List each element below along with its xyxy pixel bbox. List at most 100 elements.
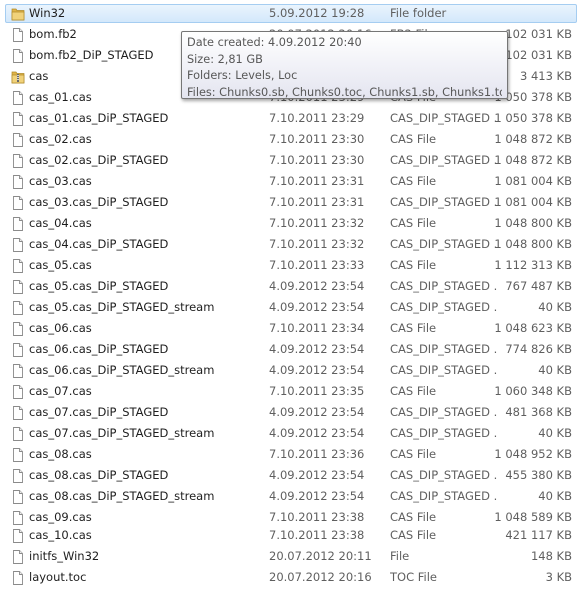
file-icon (11, 528, 25, 544)
file-row[interactable]: cas_01.cas_DiP_STAGED 7.10.2011 23:29 CAS_… (5, 109, 577, 128)
tooltip-size: Size: 2,81 GB (187, 52, 263, 66)
file-row[interactable]: cas_03.cas 7.10.2011 23:31 CAS File 1 081 0… (5, 172, 577, 191)
file-date-modified: 7.10.2011 23:36 (269, 447, 365, 461)
file-type: CAS_DIP_STAGED ... (390, 195, 498, 209)
file-row[interactable]: cas_08.cas_DiP_STAGED_stream 4.09.2012 23… (5, 487, 577, 506)
file-name: initfs_Win32 (29, 549, 100, 563)
file-date-modified: 20.07.2012 20:11 (269, 549, 372, 563)
file-name: cas_05.cas (29, 258, 92, 272)
tooltip-files: Files: Chunks0.sb, Chunks0.toc, Chunks1.… (187, 85, 502, 99)
file-size: 1 081 004 KB (494, 195, 572, 209)
file-size: 40 KB (538, 300, 572, 314)
file-date-modified: 7.10.2011 23:38 (269, 528, 365, 542)
file-icon (11, 300, 25, 316)
file-size: 774 826 KB (505, 342, 572, 356)
file-type: CAS File (390, 528, 437, 542)
file-row[interactable]: Win32 5.09.2012 19:28 File folder (5, 4, 577, 23)
file-size: 3 KB (545, 570, 572, 584)
file-name: cas_08.cas_DiP_STAGED (29, 468, 169, 482)
file-size: 1 048 800 KB (494, 237, 572, 251)
file-row[interactable]: cas_04.cas 7.10.2011 23:32 CAS File 1 048 8… (5, 214, 577, 233)
file-icon (11, 90, 25, 106)
file-row[interactable]: cas_05.cas 7.10.2011 23:33 CAS File 1 112 3… (5, 256, 577, 275)
file-date-modified: 4.09.2012 23:54 (269, 300, 365, 314)
file-name: cas_06.cas_DiP_STAGED_stream (29, 363, 215, 377)
file-name: Win32 (29, 6, 66, 20)
file-row[interactable]: cas_09.cas 7.10.2011 23:38 CAS File 1 048 5… (5, 508, 577, 527)
file-row[interactable]: initfs_Win32 20.07.2012 20:11 File 148 KB (5, 547, 577, 566)
file-row[interactable]: cas_03.cas_DiP_STAGED 7.10.2011 23:31 CAS_… (5, 193, 577, 212)
file-name: cas_02.cas_DiP_STAGED (29, 153, 169, 167)
file-icon (11, 426, 25, 442)
file-row[interactable]: cas_05.cas_DiP_STAGED_stream 4.09.2012 23… (5, 298, 577, 317)
file-size: 102 031 KB (505, 48, 572, 62)
file-row[interactable]: cas_04.cas_DiP_STAGED 7.10.2011 23:32 CAS_… (5, 235, 577, 254)
file-name: cas_05.cas_DiP_STAGED_stream (29, 300, 215, 314)
file-name: cas (29, 69, 49, 83)
file-date-modified: 4.09.2012 23:54 (269, 363, 365, 377)
file-size: 3 413 KB (519, 69, 572, 83)
file-icon (11, 468, 25, 484)
file-name: bom.fb2_DiP_STAGED (29, 48, 154, 62)
file-row[interactable]: layout.toc 20.07.2012 20:16 TOC File 3 KB (5, 568, 577, 587)
file-row[interactable]: cas_06.cas_DiP_STAGED_stream 4.09.2012 23… (5, 361, 577, 380)
file-icon (11, 321, 25, 337)
file-icon (11, 405, 25, 421)
file-date-modified: 4.09.2012 23:54 (269, 489, 365, 503)
file-type: File (390, 549, 410, 563)
file-type: CAS File (390, 258, 437, 272)
file-row[interactable]: cas_07.cas_DiP_STAGED 4.09.2012 23:54 CAS_… (5, 403, 577, 422)
file-row[interactable]: cas_07.cas 7.10.2011 23:35 CAS File 1 060 3… (5, 382, 577, 401)
file-type: CAS_DIP_STAGED ... (390, 300, 498, 314)
file-size: 1 048 872 KB (494, 153, 572, 167)
file-size: 767 487 KB (505, 279, 572, 293)
file-date-modified: 4.09.2012 23:54 (269, 426, 365, 440)
file-size: 481 368 KB (505, 405, 572, 419)
file-date-modified: 7.10.2011 23:30 (269, 153, 365, 167)
file-date-modified: 7.10.2011 23:29 (269, 111, 365, 125)
file-date-modified: 7.10.2011 23:31 (269, 174, 365, 188)
file-name: cas_07.cas (29, 384, 92, 398)
file-size: 40 KB (538, 426, 572, 440)
tooltip-folders: Folders: Levels, Loc (187, 69, 298, 82)
file-icon (11, 549, 25, 565)
file-row[interactable]: cas_05.cas_DiP_STAGED 4.09.2012 23:54 CAS_… (5, 277, 577, 296)
file-name: cas_10.cas (29, 528, 92, 542)
file-name: cas_01.cas_DiP_STAGED (29, 111, 169, 125)
file-row[interactable]: cas_02.cas 7.10.2011 23:30 CAS File 1 048 8… (5, 130, 577, 149)
file-date-modified: 7.10.2011 23:33 (269, 258, 365, 272)
file-date-modified: 4.09.2012 23:54 (269, 468, 365, 482)
file-type: CAS_DIP_STAGED ... (390, 279, 498, 293)
file-size: 455 380 KB (505, 468, 572, 482)
file-size: 421 117 KB (505, 528, 572, 542)
file-name: bom.fb2 (29, 27, 77, 41)
file-type: CAS_DIP_STAGED ... (390, 489, 498, 503)
file-type: CAS_DIP_STAGED ... (390, 153, 498, 167)
file-size: 1 060 348 KB (494, 384, 572, 398)
file-row[interactable]: cas_08.cas_DiP_STAGED 4.09.2012 23:54 CAS_… (5, 466, 577, 485)
file-name: cas_06.cas (29, 321, 92, 335)
file-size: 102 031 KB (505, 27, 572, 41)
file-icon (11, 132, 25, 148)
file-icon (11, 570, 25, 586)
file-row[interactable]: cas_07.cas_DiP_STAGED_stream 4.09.2012 23… (5, 424, 577, 443)
file-row[interactable]: cas_06.cas_DiP_STAGED 4.09.2012 23:54 CAS_… (5, 340, 577, 359)
file-size: 1 048 800 KB (494, 216, 572, 230)
file-size: 1 048 623 KB (494, 321, 572, 335)
file-icon (11, 195, 25, 211)
file-row[interactable]: cas_02.cas_DiP_STAGED 7.10.2011 23:30 CAS_… (5, 151, 577, 170)
file-icon (11, 258, 25, 274)
file-row[interactable]: cas_06.cas 7.10.2011 23:34 CAS File 1 048 6… (5, 319, 577, 338)
file-date-modified: 5.09.2012 19:28 (269, 6, 365, 20)
file-row[interactable]: cas_08.cas 7.10.2011 23:36 CAS File 1 048 9… (5, 445, 577, 464)
file-type: CAS_DIP_STAGED ... (390, 237, 498, 251)
file-date-modified: 7.10.2011 23:35 (269, 384, 365, 398)
file-date-modified: 7.10.2011 23:38 (269, 510, 365, 524)
file-row[interactable]: cas_10.cas 7.10.2011 23:38 CAS File 421 117… (5, 526, 577, 545)
file-icon (11, 111, 25, 127)
file-date-modified: 4.09.2012 23:54 (269, 342, 365, 356)
file-size: 1 050 378 KB (494, 111, 572, 125)
file-icon (11, 237, 25, 253)
file-date-modified: 7.10.2011 23:30 (269, 132, 365, 146)
file-type: CAS File (390, 132, 437, 146)
